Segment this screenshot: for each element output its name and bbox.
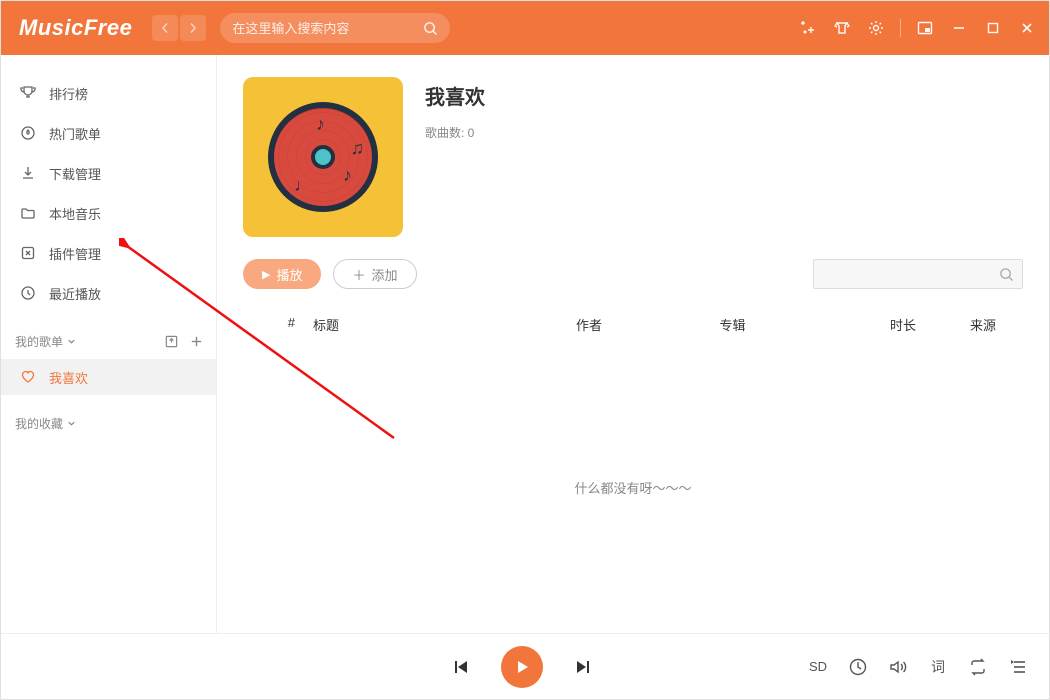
col-duration[interactable]: 时长 bbox=[863, 315, 943, 334]
play-pause-button[interactable] bbox=[501, 646, 543, 688]
chevron-down-icon bbox=[67, 419, 76, 428]
sidebar-section-my-collections: 我的收藏 bbox=[1, 405, 216, 441]
sparkle-icon[interactable] bbox=[798, 18, 818, 38]
header-actions bbox=[798, 18, 1037, 38]
plugin-icon bbox=[19, 244, 37, 262]
nav-forward-button[interactable] bbox=[180, 15, 206, 41]
app-logo: MusicFree bbox=[19, 15, 132, 41]
song-table-header: # 标题 作者 专辑 时长 来源 bbox=[243, 307, 1023, 342]
sidebar-section-my-playlists: 我的歌单 bbox=[1, 323, 216, 359]
col-artist[interactable]: 作者 bbox=[576, 315, 719, 334]
playlist-cover: ♪ ♫ ♩ ♪ bbox=[243, 77, 403, 237]
search-box[interactable] bbox=[220, 13, 450, 43]
download-icon bbox=[19, 164, 37, 182]
sidebar-section-label[interactable]: 我的歌单 bbox=[15, 333, 63, 350]
sidebar-item-label: 热门歌单 bbox=[49, 124, 101, 143]
nav-back-button[interactable] bbox=[152, 15, 178, 41]
player-extras: SD 词 bbox=[807, 656, 1029, 678]
sidebar-item-label: 最近播放 bbox=[49, 284, 101, 303]
play-button-label: 播放 bbox=[276, 265, 302, 284]
sidebar: 排行榜 热门歌单 下载管理 本地音乐 插件管理 bbox=[1, 55, 217, 633]
sidebar-item-label: 插件管理 bbox=[49, 244, 101, 263]
nav-arrows bbox=[152, 15, 206, 41]
playlist-title: 我喜欢 bbox=[425, 81, 1023, 110]
sidebar-playlist-favorites[interactable]: 我喜欢 bbox=[1, 359, 216, 395]
speed-button[interactable] bbox=[847, 656, 869, 678]
volume-button[interactable] bbox=[887, 656, 909, 678]
empty-text: 什么都没有呀～～～ bbox=[574, 478, 691, 497]
player-controls bbox=[237, 646, 807, 688]
folder-icon bbox=[19, 204, 37, 222]
playlist-actions: ▶ 播放 ＋ 添加 bbox=[243, 259, 1023, 289]
app-header: MusicFree bbox=[1, 1, 1049, 55]
import-playlist-icon[interactable] bbox=[164, 334, 179, 349]
clock-icon bbox=[19, 284, 37, 302]
theme-icon[interactable] bbox=[832, 18, 852, 38]
settings-icon[interactable] bbox=[866, 18, 886, 38]
play-all-button[interactable]: ▶ 播放 bbox=[243, 259, 321, 289]
close-icon[interactable] bbox=[1017, 18, 1037, 38]
main-content: ♪ ♫ ♩ ♪ 我喜欢 歌曲数: 0 ▶ 播放 ＋ 添加 bbox=[217, 55, 1049, 633]
play-icon: ▶ bbox=[262, 268, 270, 281]
empty-state: 什么都没有呀～～～ bbox=[243, 342, 1023, 633]
player-bar: SD 词 bbox=[1, 633, 1049, 699]
sidebar-item-recent[interactable]: 最近播放 bbox=[1, 273, 216, 313]
chevron-down-icon bbox=[67, 337, 76, 346]
quality-button[interactable]: SD bbox=[807, 656, 829, 678]
fire-icon bbox=[19, 124, 37, 142]
col-album[interactable]: 专辑 bbox=[720, 315, 863, 334]
maximize-icon[interactable] bbox=[983, 18, 1003, 38]
minimize-icon[interactable] bbox=[949, 18, 969, 38]
prev-track-button[interactable] bbox=[447, 653, 475, 681]
queue-button[interactable] bbox=[1007, 656, 1029, 678]
playlist-song-count: 歌曲数: 0 bbox=[425, 124, 1023, 141]
plus-icon: ＋ bbox=[352, 265, 365, 284]
header-separator bbox=[900, 19, 901, 37]
mini-mode-icon[interactable] bbox=[915, 18, 935, 38]
lyrics-button[interactable]: 词 bbox=[927, 656, 949, 678]
sidebar-item-local[interactable]: 本地音乐 bbox=[1, 193, 216, 233]
heart-icon bbox=[19, 369, 37, 385]
sidebar-section-label[interactable]: 我的收藏 bbox=[15, 415, 63, 432]
col-source[interactable]: 来源 bbox=[943, 315, 1023, 334]
sidebar-item-label: 下载管理 bbox=[49, 164, 101, 183]
add-button-label: 添加 bbox=[372, 265, 398, 284]
search-input[interactable] bbox=[232, 21, 423, 36]
add-button[interactable]: ＋ 添加 bbox=[333, 259, 416, 289]
playlist-header: ♪ ♫ ♩ ♪ 我喜欢 歌曲数: 0 bbox=[243, 77, 1023, 237]
search-icon[interactable] bbox=[423, 21, 438, 36]
sidebar-item-label: 排行榜 bbox=[49, 84, 88, 103]
filter-input[interactable] bbox=[813, 259, 1023, 289]
repeat-button[interactable] bbox=[967, 656, 989, 678]
search-icon bbox=[999, 267, 1014, 282]
col-index: # bbox=[243, 315, 313, 334]
trophy-icon bbox=[19, 84, 37, 102]
sidebar-playlist-label: 我喜欢 bbox=[49, 368, 88, 387]
col-title[interactable]: 标题 bbox=[313, 315, 576, 334]
add-playlist-icon[interactable] bbox=[189, 334, 204, 349]
sidebar-item-label: 本地音乐 bbox=[49, 204, 101, 223]
sidebar-item-hot[interactable]: 热门歌单 bbox=[1, 113, 216, 153]
sidebar-item-downloads[interactable]: 下载管理 bbox=[1, 153, 216, 193]
sidebar-item-ranking[interactable]: 排行榜 bbox=[1, 73, 216, 113]
sidebar-item-plugins[interactable]: 插件管理 bbox=[1, 233, 216, 273]
next-track-button[interactable] bbox=[569, 653, 597, 681]
